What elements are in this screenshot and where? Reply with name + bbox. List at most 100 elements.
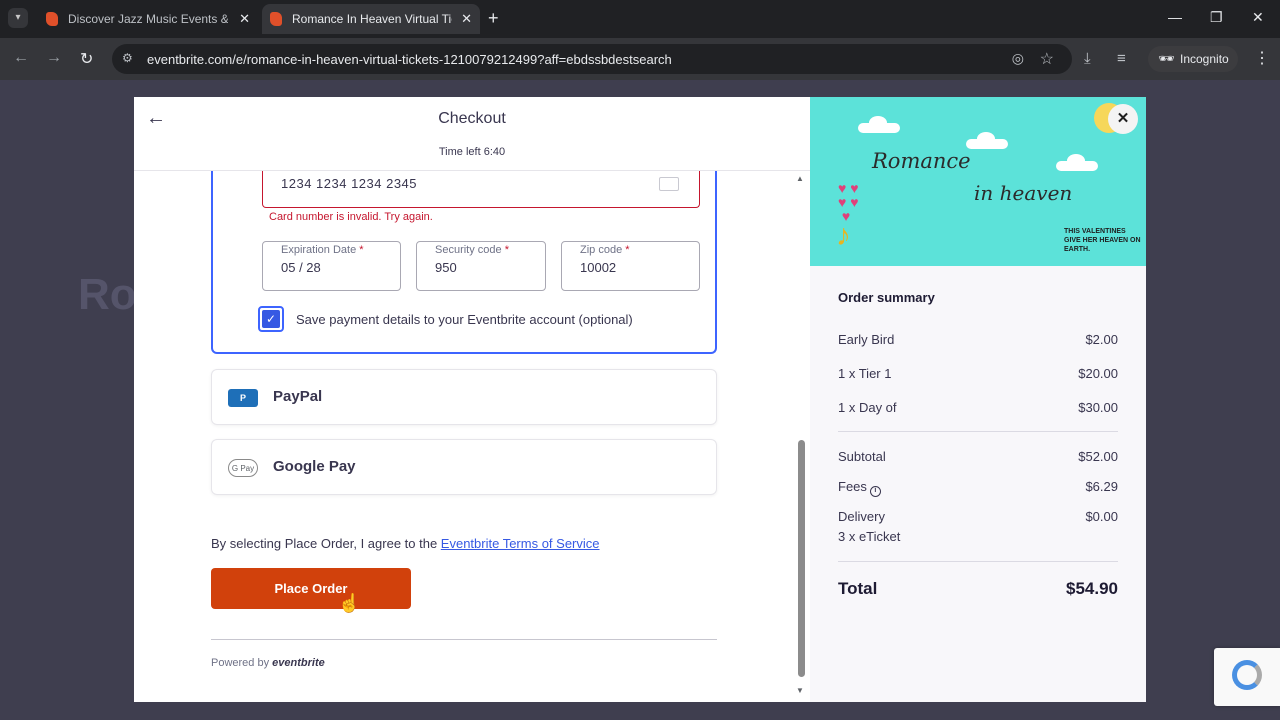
- checkout-title: Checkout: [438, 110, 506, 127]
- subtotal-label: Subtotal: [838, 449, 886, 464]
- event-banner: Romance in heaven ♥ ♥ ♥ ♥ ♥ ♪ THIS VALENT…: [810, 97, 1146, 266]
- scroll-up-icon[interactable]: ▲: [796, 174, 804, 183]
- summary-row: 1 x Day of $30.00: [838, 400, 1118, 415]
- hearts-icon: ♥ ♥ ♥ ♥ ♥: [838, 180, 859, 224]
- tracking-protection-icon[interactable]: ◎: [1012, 50, 1024, 67]
- eventbrite-logo: eventbrite: [272, 657, 325, 669]
- site-info-icon[interactable]: ⚙: [122, 51, 133, 65]
- forward-icon[interactable]: →: [46, 49, 62, 67]
- summary-divider: [838, 561, 1118, 562]
- zip-code-field[interactable]: Zip code * 10002: [561, 241, 700, 291]
- delivery-row: Delivery $0.00: [838, 509, 1118, 524]
- terms-link[interactable]: Eventbrite Terms of Service: [441, 536, 600, 551]
- google-pay-label: Google Pay: [273, 458, 356, 475]
- item-amount: $30.00: [1078, 400, 1118, 415]
- summary-row: 1 x Tier 1 $20.00: [838, 366, 1118, 381]
- recaptcha-badge[interactable]: [1214, 648, 1280, 706]
- backdrop-title: Ro: [78, 270, 137, 319]
- total-label: Total: [838, 579, 878, 598]
- restore-icon[interactable]: ❐: [1210, 9, 1223, 26]
- tab-close-icon[interactable]: ✕: [239, 4, 250, 34]
- card-error-message: Card number is invalid. Try again.: [269, 211, 433, 223]
- bookmark-star-icon[interactable]: ☆: [1040, 49, 1054, 69]
- reload-icon[interactable]: ↻: [80, 49, 93, 69]
- tab-romance-in-heaven[interactable]: Romance In Heaven Virtual Tick ✕: [262, 4, 480, 34]
- cloud-decoration: [1056, 154, 1098, 171]
- card-number-value: 1234 1234 1234 2345: [281, 176, 418, 191]
- incognito-badge[interactable]: 🕶 Incognito: [1148, 46, 1238, 72]
- summary-row: Early Bird $2.00: [838, 332, 1118, 347]
- incognito-icon: 🕶: [1158, 51, 1175, 66]
- new-tab-icon[interactable]: +: [488, 8, 499, 28]
- order-summary-title: Order summary: [838, 290, 935, 305]
- eventbrite-favicon-icon: [270, 12, 282, 26]
- cloud-decoration: [858, 116, 900, 133]
- delivery-detail-row: 3 x eTicket: [838, 529, 1118, 544]
- browser-tab-bar: ▾ Discover Jazz Music Events & A ✕ Roman…: [0, 0, 1280, 38]
- tab-title: Discover Jazz Music Events & A: [68, 12, 228, 26]
- download-icon[interactable]: ⤓: [1084, 50, 1091, 67]
- terms-text: By selecting Place Order, I agree to the: [211, 536, 441, 551]
- checkmark-icon: ✓: [262, 310, 280, 328]
- expiration-date-field[interactable]: Expiration Date * 05 / 28: [262, 241, 401, 291]
- delivery-label: Delivery: [838, 509, 885, 524]
- saxophone-icon: ♪: [836, 219, 851, 252]
- media-icon[interactable]: ≡: [1117, 50, 1126, 67]
- cloud-decoration: [966, 132, 1008, 149]
- field-label: Expiration Date *: [281, 244, 364, 256]
- order-summary-panel: Romance in heaven ♥ ♥ ♥ ♥ ♥ ♪ THIS VALENT…: [810, 97, 1146, 702]
- tab-search-button[interactable]: ▾: [8, 8, 28, 28]
- time-left: Time left 6:40: [438, 146, 506, 158]
- google-pay-icon: G Pay: [228, 459, 258, 477]
- item-label: 1 x Day of: [838, 400, 897, 415]
- close-icon[interactable]: ✕: [1108, 104, 1138, 134]
- recaptcha-icon: [1232, 660, 1262, 690]
- browser-menu-icon[interactable]: ⋮: [1254, 48, 1270, 68]
- security-code-field[interactable]: Security code * 950: [416, 241, 546, 291]
- tab-close-icon[interactable]: ✕: [461, 4, 472, 34]
- url-text[interactable]: eventbrite.com/e/romance-in-heaven-virtu…: [147, 52, 672, 67]
- powered-by-text: Powered by: [211, 657, 270, 669]
- item-label: 1 x Tier 1: [838, 366, 892, 381]
- back-icon[interactable]: ←: [13, 49, 29, 67]
- checkout-header: ← Checkout Time left 6:40: [134, 97, 810, 171]
- field-value: 10002: [580, 260, 617, 275]
- hand-cursor-icon: ☝: [338, 593, 361, 613]
- field-value: 05 / 28: [281, 260, 321, 275]
- terms-agreement: By selecting Place Order, I agree to the…: [211, 536, 600, 551]
- fees-amount: $6.29: [1085, 479, 1118, 494]
- powered-by: Powered by eventbrite: [211, 657, 325, 669]
- browser-toolbar: ← → ↻ ⚙ eventbrite.com/e/romance-in-heav…: [0, 38, 1280, 80]
- save-payment-checkbox[interactable]: ✓: [258, 306, 284, 332]
- paypal-option[interactable]: P PayPal: [211, 369, 717, 425]
- field-value: 950: [435, 260, 457, 275]
- profile-label: Incognito: [1180, 52, 1229, 66]
- subtotal-row: Subtotal $52.00: [838, 449, 1118, 464]
- scrollbar-thumb[interactable]: [798, 440, 805, 677]
- google-pay-option[interactable]: G Pay Google Pay: [211, 439, 717, 495]
- checkout-panel: ← Checkout Time left 6:40 1234 1234 1234…: [134, 97, 810, 702]
- fees-row: Fees i $6.29: [838, 479, 1118, 497]
- card-number-field[interactable]: 1234 1234 1234 2345: [262, 171, 700, 208]
- delivery-amount: $0.00: [1085, 509, 1118, 524]
- place-order-button[interactable]: Place Order: [211, 568, 411, 609]
- subtotal-amount: $52.00: [1078, 449, 1118, 464]
- credit-card-icon: [659, 177, 679, 191]
- item-amount: $2.00: [1085, 332, 1118, 347]
- scroll-down-icon[interactable]: ▼: [796, 686, 804, 695]
- window-close-icon[interactable]: ✕: [1252, 9, 1264, 26]
- total-row: Total $54.90: [838, 579, 1118, 599]
- save-payment-label[interactable]: Save payment details to your Eventbrite …: [296, 312, 633, 327]
- banner-tagline: THIS VALENTINES GIVE HER HEAVEN ON EARTH…: [1064, 228, 1141, 253]
- banner-title-line2: in heaven: [974, 181, 1073, 205]
- paypal-icon: P: [228, 389, 258, 407]
- paypal-label: PayPal: [273, 388, 323, 405]
- address-bar[interactable]: ⚙ eventbrite.com/e/romance-in-heaven-vir…: [112, 44, 1072, 74]
- footer-divider: [211, 639, 717, 640]
- tab-title: Romance In Heaven Virtual Tick: [292, 12, 452, 26]
- item-label: Early Bird: [838, 332, 895, 347]
- tab-discover-jazz[interactable]: Discover Jazz Music Events & A ✕: [38, 4, 258, 34]
- minimize-icon[interactable]: —: [1168, 9, 1182, 25]
- summary-divider: [838, 431, 1118, 432]
- info-icon[interactable]: i: [869, 486, 881, 497]
